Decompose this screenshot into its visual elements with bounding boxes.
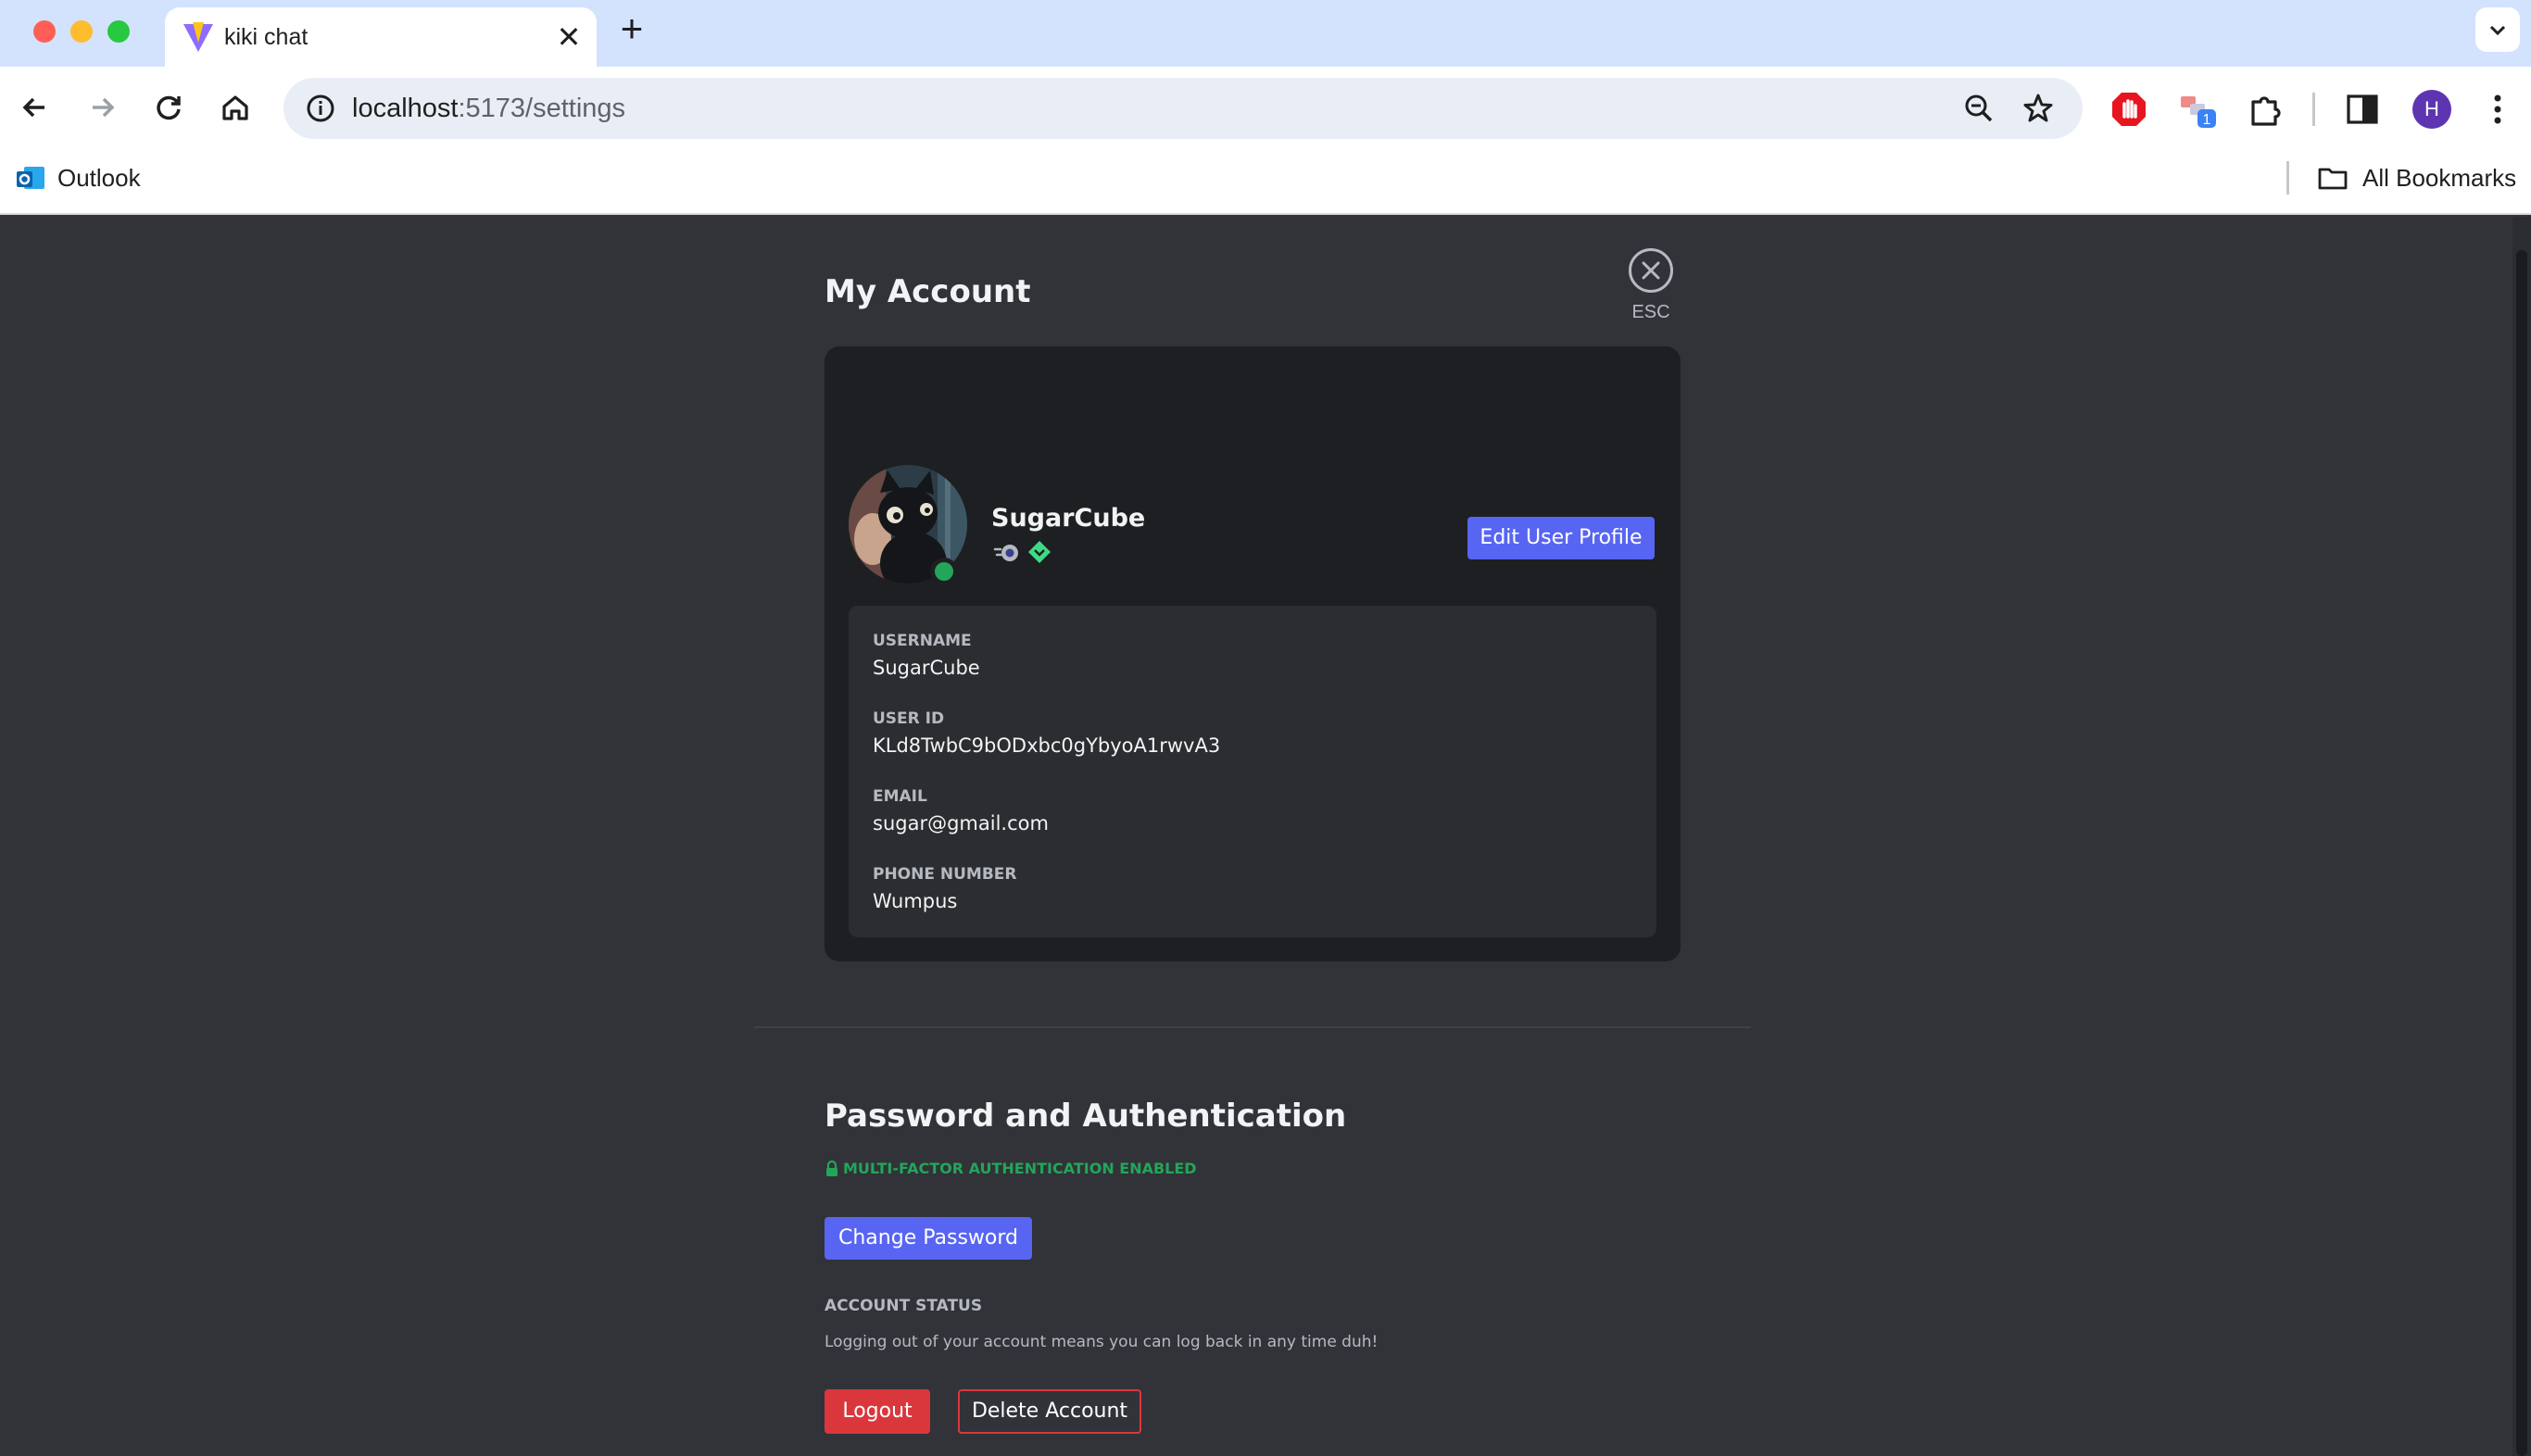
extension-badge-count: 1 <box>2203 112 2211 128</box>
site-info-icon[interactable] <box>302 90 339 127</box>
side-panel-icon[interactable] <box>2342 89 2383 130</box>
back-button[interactable] <box>17 89 54 126</box>
outlook-icon[interactable] <box>15 163 46 195</box>
browser-menu-icon[interactable] <box>2479 89 2516 130</box>
folder-icon[interactable] <box>2316 161 2349 195</box>
user-id-label: USER ID <box>873 709 945 728</box>
extensions-puzzle-icon[interactable] <box>2246 89 2286 130</box>
browser-toolbar: localhost:5173/settings <box>0 67 2531 148</box>
extension-notification-icon[interactable]: 1 <box>2177 89 2218 130</box>
all-bookmarks-button[interactable]: All Bookmarks <box>2362 161 2516 195</box>
url-host: localhost <box>352 94 459 123</box>
logout-button[interactable]: Logout <box>825 1389 930 1434</box>
reload-icon <box>157 95 181 120</box>
edit-user-profile-button[interactable]: Edit User Profile <box>1467 517 1655 559</box>
url-text[interactable]: localhost:5173/settings <box>352 78 625 139</box>
esc-label: ESC <box>1631 302 1670 322</box>
account-status-description: Logging out of your account means you ca… <box>825 1333 1379 1351</box>
bookmarks-bar: Outlook All Bookmarks <box>0 148 2531 215</box>
section-divider <box>754 1026 1751 1028</box>
page-title: My Account <box>825 273 1031 310</box>
phone-number-value: Wumpus <box>873 890 958 912</box>
password-auth-title: Password and Authentication <box>825 1098 1347 1135</box>
lock-icon <box>826 1161 837 1176</box>
scrollbar-thumb[interactable] <box>2516 250 2527 1456</box>
address-bar[interactable]: localhost:5173/settings <box>283 78 2083 139</box>
display-name: SugarCube <box>991 504 1146 533</box>
tab-search-button[interactable] <box>2475 7 2520 52</box>
tab-title: kiki chat <box>224 24 309 50</box>
arrow-right-icon <box>93 97 115 118</box>
bookmark-star-icon[interactable] <box>2020 90 2057 127</box>
url-path: :5173/settings <box>458 94 626 123</box>
toolbar-separator <box>2312 93 2315 126</box>
online-status-indicator <box>930 558 958 585</box>
email-label: EMAIL <box>873 787 927 806</box>
window-zoom-button[interactable] <box>107 20 130 43</box>
mfa-status-text: MULTI-FACTOR AUTHENTICATION ENABLED <box>843 1160 1197 1177</box>
browser-tab-bar: kiki chat ✕ + <box>0 0 2531 67</box>
home-icon <box>222 95 248 120</box>
account-status-label: ACCOUNT STATUS <box>825 1297 983 1315</box>
user-id-value: KLd8TwbC9bODxbc0gYbyoA1rwvA3 <box>873 734 1221 757</box>
forward-button[interactable] <box>83 89 120 126</box>
arrow-left-icon <box>22 97 44 118</box>
zoom-icon[interactable] <box>1960 90 1997 127</box>
delete-account-button[interactable]: Delete Account <box>958 1389 1141 1434</box>
username-value: SugarCube <box>873 657 980 679</box>
close-icon <box>1642 261 1660 280</box>
bookmarks-separator <box>2286 161 2289 195</box>
phone-number-label: PHONE NUMBER <box>873 865 1017 884</box>
nitro-badge-icon[interactable] <box>993 541 1023 565</box>
username-label: USERNAME <box>873 632 972 650</box>
user-profile-card: SugarCube Edit User Profile USERNAME Sug… <box>825 346 1681 961</box>
email-value: sugar@gmail.com <box>873 812 1049 835</box>
chevron-down-icon <box>2489 25 2506 36</box>
account-info-box: USERNAME SugarCube USER ID KLd8TwbC9bODx… <box>849 606 1656 937</box>
home-button[interactable] <box>217 89 254 126</box>
change-password-button[interactable]: Change Password <box>825 1217 1032 1260</box>
window-close-button[interactable] <box>33 20 56 43</box>
window-minimize-button[interactable] <box>70 20 93 43</box>
new-tab-button[interactable]: + <box>613 9 650 48</box>
browser-tab-active[interactable]: kiki chat ✕ <box>165 7 597 67</box>
settings-page: My Account ESC SugarCube Edit User Profi… <box>0 217 2531 1456</box>
bookmark-outlook[interactable]: Outlook <box>57 161 141 195</box>
profile-avatar-button[interactable]: H <box>2412 90 2451 129</box>
reload-button[interactable] <box>150 89 187 126</box>
close-settings-button[interactable] <box>1629 248 1673 293</box>
adblock-extension-icon[interactable] <box>2109 89 2149 130</box>
vite-logo-icon <box>183 22 213 52</box>
boost-badge-icon[interactable] <box>1026 539 1052 565</box>
tab-close-icon[interactable]: ✕ <box>550 19 587 56</box>
